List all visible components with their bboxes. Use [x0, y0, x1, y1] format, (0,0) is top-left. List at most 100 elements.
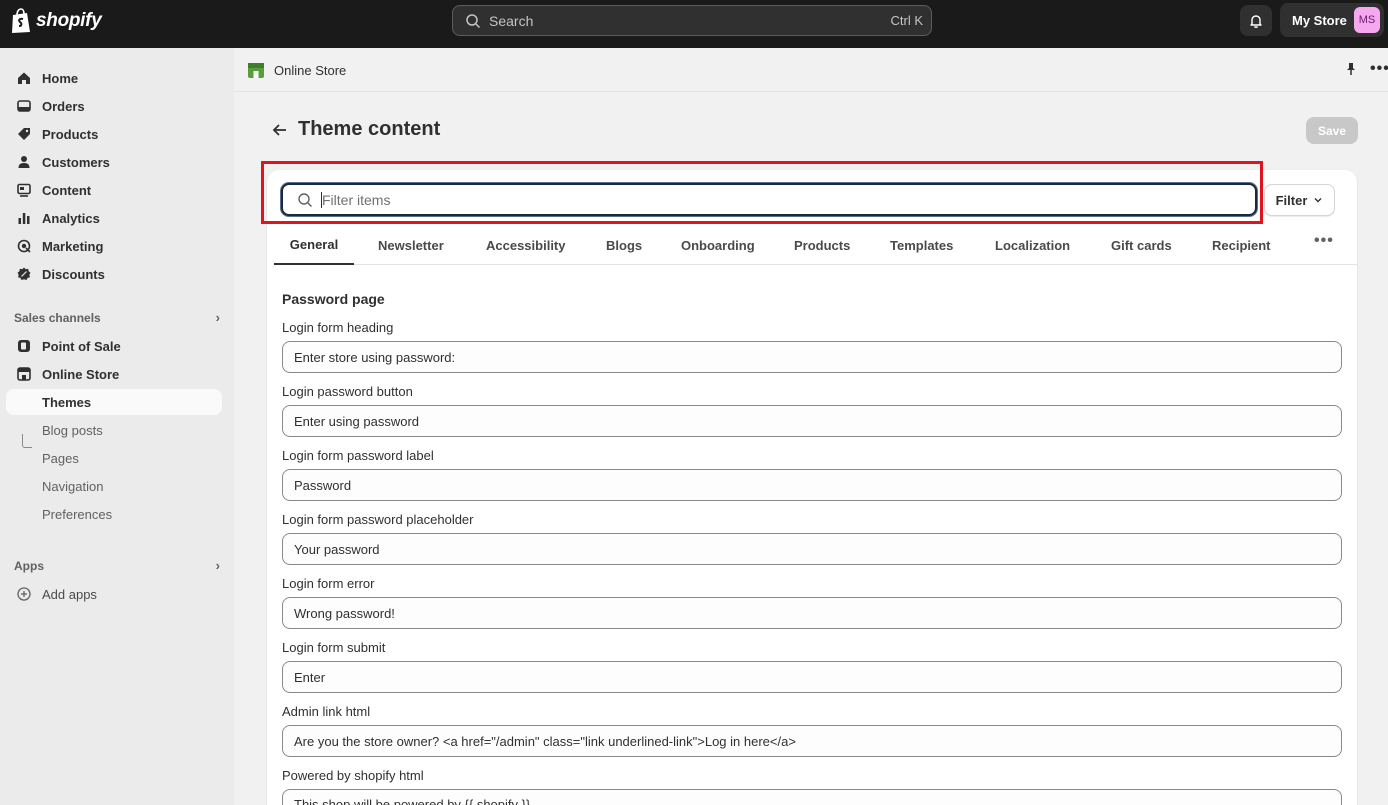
sidebar-item-label: Home [42, 70, 79, 86]
channel-header: Online Store ••• [234, 48, 1388, 92]
field-label: Admin link html [282, 704, 371, 719]
avatar: MS [1354, 7, 1380, 33]
sidebar-item-content[interactable]: Content [6, 177, 222, 203]
tab-products[interactable]: Products [794, 226, 850, 265]
notifications-button[interactable] [1240, 5, 1272, 36]
tab-accessibility[interactable]: Accessibility [486, 226, 566, 265]
tab-newsletter[interactable]: Newsletter [378, 226, 444, 265]
sidebar-item-themes[interactable]: Themes [6, 389, 222, 415]
login-form-submit-input[interactable]: Enter [282, 661, 1342, 693]
person-icon [18, 156, 30, 168]
save-button[interactable]: Save [1306, 117, 1358, 144]
sidebar-item-online-store[interactable]: Online Store [6, 361, 222, 387]
sidebar-item-label: Analytics [42, 210, 100, 226]
content-icon [17, 183, 31, 197]
sidebar-item-label: Online Store [42, 366, 120, 382]
tab-gift-cards[interactable]: Gift cards [1111, 226, 1172, 265]
store-name: My Store [1292, 12, 1347, 28]
field-label: Login form password placeholder [282, 512, 474, 527]
chevron-down-icon [1314, 198, 1322, 203]
breadcrumb[interactable]: Online Store [246, 60, 346, 80]
sidebar-item-preferences[interactable]: Preferences [6, 501, 222, 527]
sidebar-item-label: Discounts [42, 266, 105, 282]
sidebar-item-blog-posts[interactable]: Blog posts [6, 417, 222, 443]
field-label: Login form password label [282, 448, 434, 463]
sidebar-item-customers[interactable]: Customers [6, 149, 222, 175]
sidebar-item-label: Add apps [42, 586, 97, 602]
tab-templates[interactable]: Templates [890, 226, 953, 265]
sidebar-item-label: Customers [42, 154, 110, 170]
tab-recipient[interactable]: Recipient [1212, 226, 1271, 265]
login-password-button-input[interactable]: Enter using password [282, 405, 1342, 437]
bar-chart-icon [18, 213, 30, 224]
orders-icon [17, 100, 31, 112]
login-form-password-label-input[interactable]: Password [282, 469, 1342, 501]
field-label: Login form submit [282, 640, 386, 655]
sidebar-item-label: Content [42, 182, 92, 198]
breadcrumb-label: Online Store [274, 62, 347, 78]
field-label: Login form error [282, 576, 375, 591]
tab-onboarding[interactable]: Onboarding [681, 226, 755, 265]
sidebar-item-label: Themes [42, 394, 92, 410]
plus-circle-icon [17, 587, 31, 601]
highlight-annotation-box [261, 161, 1263, 224]
pos-icon [18, 340, 30, 352]
sidebar-item-products[interactable]: Products [6, 121, 222, 147]
powered-by-shopify-html-input[interactable]: This shop will be powered by {{ shopify … [282, 789, 1342, 805]
login-form-password-placeholder-input[interactable]: Your password [282, 533, 1342, 565]
store-icon [17, 367, 31, 381]
sidebar-item-navigation[interactable]: Navigation [6, 473, 222, 499]
sidebar-item-point-of-sale[interactable]: Point of Sale [6, 333, 222, 359]
sidebar-item-analytics[interactable]: Analytics [6, 205, 222, 231]
chevron-right-icon: › [215, 310, 220, 325]
login-form-error-input[interactable]: Wrong password! [282, 597, 1342, 629]
field-label: Login form heading [282, 320, 394, 335]
admin-link-html-input[interactable]: Are you the store owner? <a href="/admin… [282, 725, 1342, 757]
home-icon [18, 72, 30, 84]
search-shortcut: Ctrl K [890, 13, 924, 28]
sidebar-item-pages[interactable]: Pages [6, 445, 222, 471]
page-title: Theme content [298, 118, 441, 140]
tag-icon [18, 128, 30, 140]
field-label: Powered by shopify html [282, 768, 424, 783]
sidebar-item-add-apps[interactable]: Add apps [6, 581, 222, 607]
sidebar: Home Orders Products Customers Content A… [0, 48, 234, 805]
sidebar-item-label: Preferences [42, 506, 113, 522]
sidebar-item-label: Pages [42, 450, 79, 466]
back-arrow-icon[interactable] [270, 120, 290, 140]
top-bar: shopify Search Ctrl K My Store MS [0, 0, 1388, 48]
tab-blogs[interactable]: Blogs [606, 226, 642, 265]
chevron-right-icon: › [215, 558, 220, 573]
apps-header[interactable]: Apps › [14, 558, 220, 573]
tab-general[interactable]: General [274, 226, 354, 265]
sidebar-item-label: Orders [42, 98, 85, 114]
sidebar-item-orders[interactable]: Orders [6, 93, 222, 119]
sidebar-item-marketing[interactable]: Marketing [6, 233, 222, 259]
sidebar-item-label: Blog posts [42, 422, 103, 438]
bell-icon [1250, 14, 1262, 28]
logo-text: shopify [36, 10, 102, 31]
global-search[interactable]: Search Ctrl K [452, 5, 932, 36]
sidebar-item-discounts[interactable]: Discounts [6, 261, 222, 287]
sales-channels-header[interactable]: Sales channels › [14, 310, 220, 325]
sidebar-item-label: Products [42, 126, 99, 142]
discount-icon [17, 267, 31, 280]
field-label: Login password button [282, 384, 413, 399]
login-form-heading-input[interactable]: Enter store using password: [282, 341, 1342, 373]
more-actions-icon[interactable]: ••• [1370, 60, 1388, 78]
search-placeholder: Search [489, 12, 534, 29]
pin-icon[interactable] [1344, 62, 1358, 76]
sales-channels-label: Sales channels [14, 310, 101, 325]
shopify-bag-icon [12, 8, 30, 33]
apps-label: Apps [14, 558, 44, 573]
tab-bar: General Newsletter Accessibility Blogs O… [274, 226, 1357, 265]
tab-localization[interactable]: Localization [995, 226, 1070, 265]
online-store-icon [248, 63, 264, 78]
sidebar-item-home[interactable]: Home [6, 65, 222, 91]
filter-button[interactable]: Filter [1264, 184, 1335, 216]
section-title: Password page [282, 291, 385, 307]
more-tabs-icon[interactable]: ••• [1314, 232, 1334, 250]
shopify-logo[interactable]: shopify [10, 8, 102, 34]
store-menu-button[interactable]: My Store MS [1280, 3, 1384, 37]
sidebar-item-label: Point of Sale [42, 338, 121, 354]
